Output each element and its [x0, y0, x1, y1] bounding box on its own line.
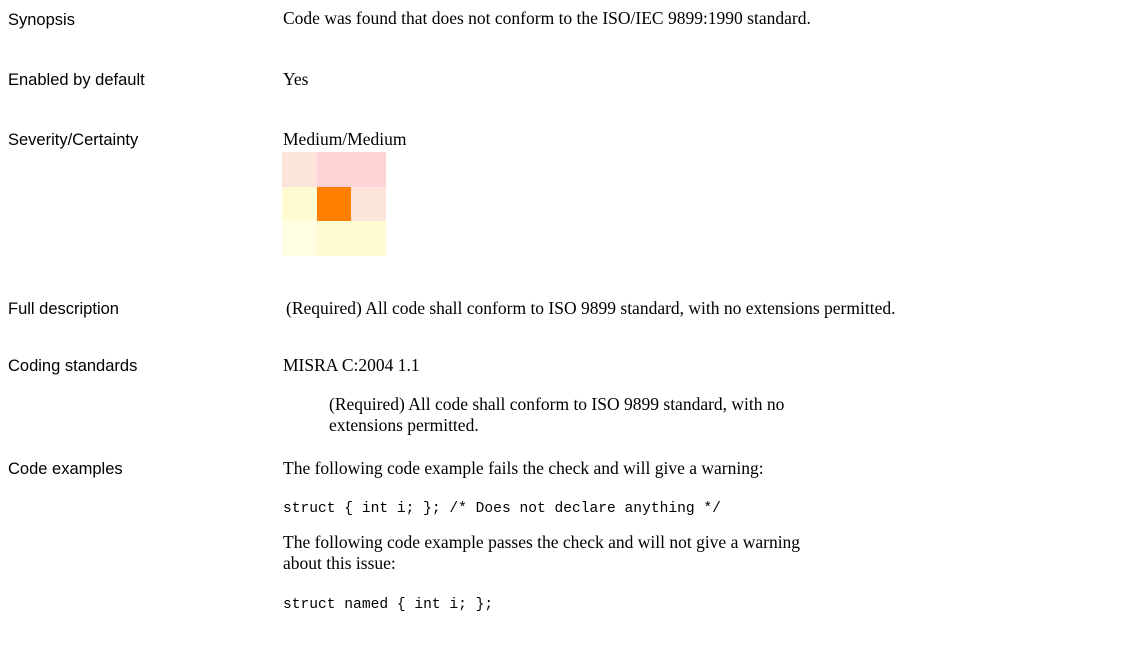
fail-example-intro: The following code example fails the che… — [283, 458, 764, 478]
pass-example-intro: The following code example passes the ch… — [283, 532, 801, 573]
severity-certainty-matrix — [282, 152, 386, 256]
enabled-label: Enabled by default — [8, 71, 145, 89]
coding-standards-label: Coding standards — [8, 357, 138, 375]
pass-example-code: struct named { int i; }; — [283, 597, 494, 613]
matrix-cell-2-1 — [316, 221, 352, 256]
fail-example-code: struct { int i; }; /* Does not declare a… — [283, 501, 721, 517]
matrix-cell-0-2 — [351, 152, 386, 187]
matrix-cell-1-0 — [282, 186, 317, 222]
matrix-cell-1-1 — [316, 186, 352, 222]
matrix-cell-2-2 — [351, 221, 386, 256]
matrix-cell-2-0 — [282, 221, 317, 256]
severity-value: Medium/Medium — [283, 129, 407, 149]
matrix-cell-0-1 — [316, 152, 352, 187]
enabled-value: Yes — [283, 69, 309, 89]
matrix-cell-1-2 — [351, 186, 386, 222]
synopsis-label: Synopsis — [8, 11, 75, 29]
full-description-label: Full description — [8, 300, 119, 318]
severity-label: Severity/Certainty — [8, 131, 139, 149]
coding-standard-detail: (Required) All code shall conform to ISO… — [329, 394, 785, 435]
matrix-cell-0-0 — [282, 152, 317, 187]
coding-standard-id: MISRA C:2004 1.1 — [283, 355, 420, 375]
code-examples-label: Code examples — [8, 460, 123, 478]
full-description-value: (Required) All code shall conform to ISO… — [286, 298, 896, 318]
synopsis-value: Code was found that does not conform to … — [283, 8, 811, 28]
